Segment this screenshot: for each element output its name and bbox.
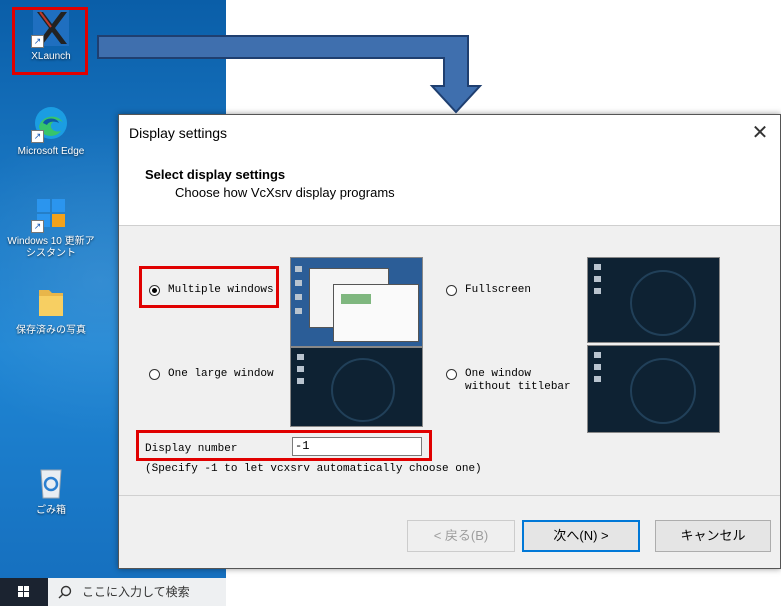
desktop-icon-label: Microsoft Edge bbox=[17, 146, 85, 157]
desktop-icon-label: 保存済みの写真 bbox=[16, 325, 86, 336]
search-icon bbox=[58, 585, 72, 599]
preview-one-window-without-titlebar bbox=[587, 345, 720, 433]
windows-start-icon bbox=[18, 586, 29, 597]
option-label-one-window-line1[interactable]: One window bbox=[465, 368, 531, 381]
taskbar: ここに入力して検索 bbox=[0, 578, 226, 606]
desktop-icon-saved-pictures[interactable]: 保存済みの写真 bbox=[3, 282, 99, 337]
desktop-icon-windows-update[interactable]: ↗ Windows 10 更新アシスタント bbox=[3, 193, 99, 260]
taskbar-search-placeholder: ここに入力して検索 bbox=[82, 585, 190, 599]
dialog-footer-divider bbox=[119, 495, 780, 496]
preview-one-large-window bbox=[290, 347, 423, 427]
multiple-windows-highlight-box bbox=[139, 266, 279, 308]
radio-one-large-window[interactable] bbox=[149, 369, 160, 380]
option-label-one-large-window[interactable]: One large window bbox=[168, 368, 274, 381]
next-button[interactable]: 次へ(N) > bbox=[522, 520, 640, 552]
desktop-icon-label: ごみ箱 bbox=[36, 505, 66, 516]
xlaunch-highlight-box bbox=[12, 7, 88, 75]
recycle-bin-icon bbox=[31, 462, 71, 502]
radio-one-window-without-titlebar[interactable] bbox=[446, 369, 457, 380]
back-button[interactable]: < 戻る(B) bbox=[407, 520, 515, 552]
dialog-heading: Select display settings bbox=[145, 167, 286, 182]
display-number-hint: (Specify -1 to let vcxsrv automatically … bbox=[145, 463, 482, 475]
dialog-subheading: Choose how VcXsrv display programs bbox=[175, 185, 395, 200]
preview-multiple-windows bbox=[290, 257, 423, 347]
windows-update-icon: ↗ bbox=[31, 193, 71, 233]
preview-fullscreen bbox=[587, 257, 720, 343]
desktop-icon-label: Windows 10 更新アシスタント bbox=[7, 236, 95, 259]
taskbar-search-box[interactable]: ここに入力して検索 bbox=[48, 578, 226, 606]
display-settings-dialog: Display settings ✕ Select display settin… bbox=[118, 114, 781, 569]
folder-icon bbox=[31, 282, 71, 322]
option-label-one-window-line2[interactable]: without titlebar bbox=[465, 381, 571, 394]
radio-fullscreen[interactable] bbox=[446, 285, 457, 296]
cancel-button[interactable]: キャンセル bbox=[655, 520, 771, 552]
dialog-header: Select display settings Choose how VcXsr… bbox=[119, 153, 780, 226]
desktop-icon-recycle-bin[interactable]: ごみ箱 bbox=[3, 462, 99, 517]
start-button[interactable] bbox=[0, 578, 48, 606]
instruction-arrow bbox=[97, 35, 483, 114]
display-number-highlight-box bbox=[136, 430, 432, 461]
option-label-fullscreen[interactable]: Fullscreen bbox=[465, 284, 531, 297]
